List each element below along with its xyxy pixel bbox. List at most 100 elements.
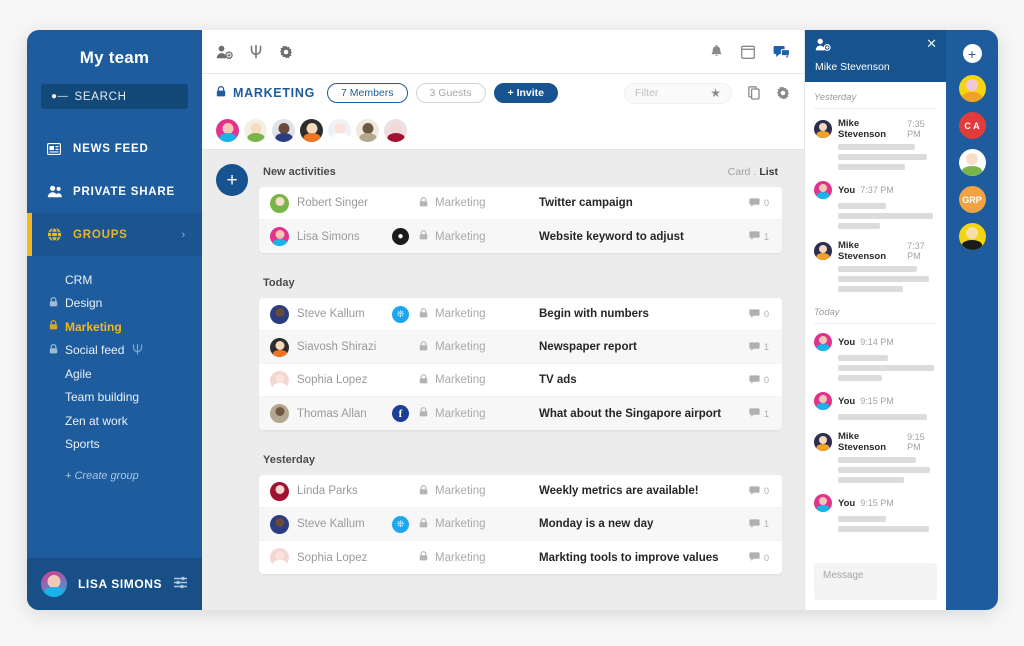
chat-author: You — [838, 395, 856, 407]
activity-row[interactable]: Siavosh Shirazi Marketing Newspaper report… — [259, 331, 782, 364]
copy-icon[interactable] — [748, 86, 760, 100]
group-label: Marketing — [65, 319, 122, 334]
view-card-option[interactable]: Card — [728, 166, 751, 178]
activity-row[interactable]: Lisa Simons ● Marketing Website keyword to … — [259, 220, 782, 253]
section-title: Today — [263, 277, 295, 289]
activity-group: Marketing — [419, 551, 539, 564]
sidebar-item-label: PRIVATE SHARE — [73, 185, 175, 198]
rail-group-avatar[interactable]: GRP — [958, 186, 986, 213]
right-rail: + C A GRP — [946, 30, 998, 610]
chat-message-header: You 9:15 PM — [814, 494, 937, 512]
chat-message-header: You 9:14 PM — [814, 333, 937, 351]
author-avatar — [270, 304, 289, 324]
group-item-crm[interactable]: CRM — [27, 268, 202, 292]
calendar-icon[interactable] — [741, 45, 755, 59]
comment-count[interactable]: 0 — [749, 197, 782, 209]
github-badge-icon: ● — [392, 228, 409, 245]
rail-add-button[interactable]: + — [962, 44, 982, 63]
chat-message: You 9:15 PM — [814, 392, 937, 420]
chat-author: Mike Stevenson — [838, 118, 887, 140]
activity-group: Marketing — [419, 196, 539, 210]
activity-group-label: Marketing — [435, 374, 486, 386]
chat-message-header: You 9:15 PM — [814, 392, 937, 410]
author-avatar — [270, 514, 289, 534]
activity-title: Twitter campaign — [539, 197, 633, 209]
lock-icon — [216, 86, 226, 100]
rail-avatar-image — [958, 149, 986, 176]
activity-row[interactable]: Steve Kallum ❊ Marketing Monday is a new da… — [259, 508, 782, 541]
add-person-icon[interactable] — [815, 38, 831, 54]
author-avatar — [270, 481, 289, 501]
search-input[interactable]: ●— SEARCH — [41, 84, 188, 109]
group-item-marketing[interactable]: Marketing — [27, 315, 202, 339]
activity-author: Steve Kallum ❊ — [259, 514, 419, 534]
comment-count[interactable]: 1 — [749, 518, 782, 530]
create-group-link[interactable]: + Create group — [27, 470, 202, 482]
rail-avatar[interactable] — [958, 223, 986, 250]
star-icon[interactable]: ★ — [710, 86, 721, 100]
lock-icon — [419, 484, 428, 498]
sidebar-item-private-share[interactable]: PRIVATE SHARE — [27, 170, 202, 213]
activity-author: Steve Kallum ❊ — [259, 304, 419, 324]
activity-title: Newspaper report — [539, 341, 637, 353]
comment-count[interactable]: 1 — [749, 341, 782, 353]
sidebar-item-news-feed[interactable]: NEWS FEED — [27, 127, 202, 170]
chat-text-line — [838, 516, 886, 522]
view-toggle[interactable]: Card. List — [728, 166, 778, 178]
group-label: Team building — [65, 390, 140, 405]
comment-count[interactable]: 0 — [749, 374, 782, 386]
bell-icon[interactable] — [710, 44, 723, 59]
comment-count-value: 1 — [763, 342, 769, 352]
comment-icon — [749, 308, 760, 320]
group-item-social-feed[interactable]: Social feed — [27, 339, 202, 363]
rail-group-avatar[interactable]: C A — [958, 112, 986, 139]
activity-row[interactable]: Sophia Lopez Marketing TV ads 0 — [259, 364, 782, 397]
group-item-agile[interactable]: Agile — [27, 362, 202, 386]
activity-row[interactable]: Robert Singer Marketing Twitter campaign 0 — [259, 187, 782, 220]
gear-icon[interactable] — [279, 45, 293, 59]
chat-avatar — [814, 333, 832, 351]
chat-message: You 9:15 PM — [814, 494, 937, 532]
author-name: Sophia Lopez — [297, 551, 368, 564]
message-input[interactable]: Message — [814, 563, 937, 600]
activity-row[interactable]: Sophia Lopez Marketing Markting tools to i… — [259, 541, 782, 574]
rail-avatar[interactable] — [958, 75, 986, 102]
close-icon[interactable]: ✕ — [926, 37, 937, 50]
group-list: CRM Design Marketing Social feed Agile T… — [27, 256, 202, 482]
group-item-zen-at-work[interactable]: Zen at work — [27, 409, 202, 433]
lock-icon — [419, 407, 428, 420]
author-name: Lisa Simons — [297, 230, 360, 243]
sidebar-footer[interactable]: LISA SIMONS — [27, 558, 202, 610]
chat-text-line — [838, 467, 931, 473]
comment-count[interactable]: 1 — [749, 231, 782, 242]
view-list-option[interactable]: List — [759, 166, 778, 178]
comment-count[interactable]: 0 — [749, 552, 782, 563]
activity-row[interactable]: Thomas Allan f Marketing What about the Sin… — [259, 397, 782, 430]
activity-author: Robert Singer — [259, 193, 419, 213]
guests-pill[interactable]: 3 Guests — [415, 83, 486, 103]
rail-avatar[interactable] — [958, 149, 986, 176]
gear-icon[interactable] — [776, 86, 790, 100]
group-item-sports[interactable]: Sports — [27, 433, 202, 457]
chat-message: You 7:37 PM — [814, 181, 937, 229]
filter-placeholder: Filter — [635, 87, 659, 99]
add-activity-button[interactable]: + — [216, 164, 248, 196]
sliders-icon[interactable] — [173, 576, 188, 592]
chat-icon[interactable] — [773, 45, 790, 59]
trident-icon[interactable] — [249, 44, 263, 59]
lock-icon — [49, 320, 65, 333]
sidebar-item-groups[interactable]: GROUPS › — [27, 213, 202, 256]
chat-avatar — [814, 392, 832, 410]
activity-row[interactable]: Steve Kallum ❊ Marketing Begin with numbers… — [259, 298, 782, 331]
group-item-team-building[interactable]: Team building — [27, 386, 202, 410]
invite-button[interactable]: + Invite — [493, 83, 559, 103]
filter-input[interactable]: Filter ★ — [624, 82, 732, 104]
add-person-icon[interactable] — [216, 45, 233, 59]
comment-count[interactable]: 1 — [749, 408, 782, 419]
comment-count[interactable]: 0 — [749, 308, 782, 320]
comment-count[interactable]: 0 — [749, 485, 782, 497]
members-pill[interactable]: 7 Members — [327, 83, 408, 103]
group-item-design[interactable]: Design — [27, 292, 202, 316]
activity-card-group: Steve Kallum ❊ Marketing Begin with numbers… — [259, 298, 782, 430]
activity-row[interactable]: Linda Parks Marketing Weekly metrics are a… — [259, 475, 782, 508]
